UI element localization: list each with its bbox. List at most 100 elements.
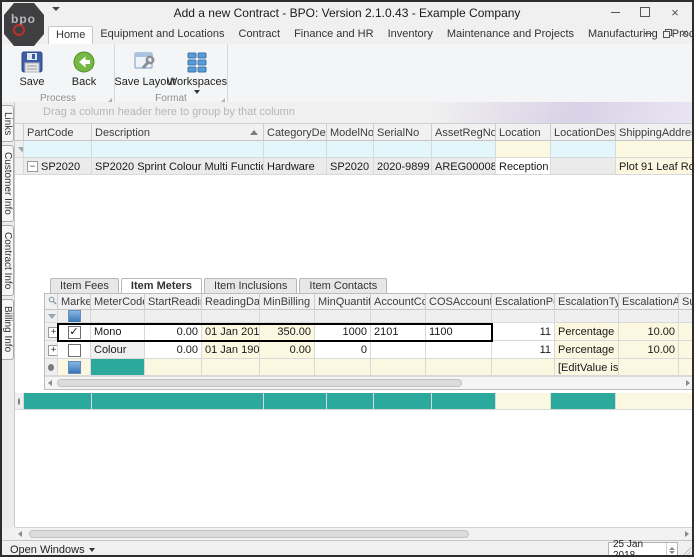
grid-cell[interactable]: 0 bbox=[315, 341, 371, 359]
mdi-minimize-icon[interactable] bbox=[644, 32, 653, 34]
detail-scroll-left-icon[interactable] bbox=[48, 380, 52, 386]
expand-row-icon[interactable]: + bbox=[48, 344, 57, 356]
save-layout-button[interactable]: Save Layout bbox=[114, 47, 176, 88]
grid-cell[interactable] bbox=[24, 393, 92, 410]
grid-cell[interactable] bbox=[315, 359, 371, 376]
grid-cell[interactable] bbox=[260, 310, 315, 323]
grid-cell[interactable] bbox=[145, 359, 202, 376]
detail-scroll-right-icon[interactable] bbox=[686, 380, 690, 386]
grid-cell[interactable]: SP2020 Sprint Colour Multi Functional Co… bbox=[92, 158, 264, 175]
column-header-shippingaddress[interactable]: ShippingAddress bbox=[616, 124, 692, 141]
grid-cell[interactable] bbox=[45, 310, 58, 323]
ribbon-tab-home[interactable]: Home bbox=[48, 26, 94, 44]
grid-cell[interactable] bbox=[679, 341, 692, 359]
grid-cell[interactable]: 01 Jan 2018 bbox=[202, 323, 260, 341]
grid-cell[interactable] bbox=[426, 310, 492, 323]
date-spinner[interactable] bbox=[666, 543, 677, 555]
column-header-readingdate[interactable]: ReadingDate bbox=[202, 294, 260, 310]
checkbox-unchecked[interactable] bbox=[67, 343, 81, 357]
column-header-modelno[interactable]: ModelNo bbox=[327, 124, 374, 141]
grid-cell[interactable] bbox=[92, 141, 264, 158]
column-header-escalationtype[interactable]: EscalationType bbox=[555, 294, 619, 310]
grid-cell[interactable] bbox=[371, 341, 426, 359]
open-windows-button[interactable]: Open Windows bbox=[10, 544, 95, 555]
grid-cell[interactable]: Percentage bbox=[555, 341, 619, 359]
grid-cell[interactable] bbox=[202, 359, 260, 376]
grid-cell[interactable] bbox=[619, 310, 679, 323]
close-button[interactable]: × bbox=[660, 2, 690, 22]
grid-cell[interactable] bbox=[260, 359, 315, 376]
sidebar-tab-customer-info[interactable]: Customer Info bbox=[2, 145, 14, 223]
grid-cell[interactable] bbox=[58, 310, 91, 323]
checkbox-indeterminate[interactable] bbox=[67, 310, 81, 322]
grid-cell[interactable]: 350.00 bbox=[260, 323, 315, 341]
grid-cell[interactable]: 01 Jan 1900 bbox=[202, 341, 260, 359]
column-header-minbilling[interactable]: MinBilling bbox=[260, 294, 315, 310]
scroll-right-icon[interactable] bbox=[685, 531, 689, 537]
grid-cell[interactable]: Hardware bbox=[264, 158, 327, 175]
grid-cell[interactable]: − SP2020 bbox=[24, 158, 92, 175]
grid-cell[interactable] bbox=[679, 359, 692, 376]
ribbon-tab-equipment-and-locations[interactable]: Equipment and Locations bbox=[93, 26, 231, 44]
grid-cell[interactable] bbox=[496, 393, 551, 410]
column-header-marked[interactable]: Marked bbox=[58, 294, 91, 310]
expand-row-icon[interactable]: + bbox=[48, 326, 57, 338]
column-header-metercode[interactable]: MeterCode bbox=[91, 294, 145, 310]
grid-cell[interactable] bbox=[492, 359, 555, 376]
grid-cell[interactable]: 2101 bbox=[371, 323, 426, 341]
grid-cell[interactable] bbox=[432, 393, 496, 410]
grid-cell[interactable] bbox=[616, 141, 692, 158]
grid-cell[interactable] bbox=[679, 323, 692, 341]
grid-cell[interactable]: 0.00 bbox=[145, 323, 202, 341]
column-header-indicator[interactable] bbox=[15, 124, 24, 141]
grid-cell[interactable] bbox=[202, 310, 260, 323]
grid-cell[interactable] bbox=[15, 141, 24, 158]
ribbon-tab-finance-and-hr[interactable]: Finance and HR bbox=[287, 26, 381, 44]
grid-cell[interactable]: 2020-9899 bbox=[374, 158, 432, 175]
grid-cell[interactable]: SP2020 bbox=[327, 158, 374, 175]
grid-cell[interactable] bbox=[551, 393, 616, 410]
mdi-close-icon[interactable]: × bbox=[681, 27, 688, 39]
grid-cell[interactable] bbox=[58, 341, 91, 359]
scroll-left-icon[interactable] bbox=[18, 531, 22, 537]
grid-cell[interactable] bbox=[555, 310, 619, 323]
sidebar-tab-links[interactable]: Links bbox=[2, 105, 14, 143]
maximize-button[interactable] bbox=[630, 2, 660, 22]
scrollbar-thumb[interactable] bbox=[29, 530, 469, 538]
ribbon-tab-inventory[interactable]: Inventory bbox=[381, 26, 440, 44]
grid-cell[interactable]: 11 bbox=[492, 341, 555, 359]
detail-tab-item-inclusions[interactable]: Item Inclusions bbox=[204, 278, 298, 293]
column-header-assetregno[interactable]: AssetRegNo bbox=[432, 124, 496, 141]
spin-down-icon[interactable] bbox=[669, 550, 675, 554]
column-header-location[interactable]: Location bbox=[496, 124, 551, 141]
grid-cell[interactable] bbox=[492, 310, 555, 323]
column-header-escalationamount[interactable]: EscalationAmount bbox=[619, 294, 679, 310]
group-by-panel[interactable]: Drag a column header here to group by th… bbox=[15, 102, 692, 124]
grid-cell[interactable]: 0.00 bbox=[260, 341, 315, 359]
grid-cell[interactable]: AREG000083 bbox=[432, 158, 496, 175]
grid-cell[interactable] bbox=[45, 359, 58, 376]
grid-cell[interactable] bbox=[145, 310, 202, 323]
detail-scrollbar[interactable] bbox=[45, 376, 692, 389]
column-header-supp[interactable]: Supp bbox=[679, 294, 692, 310]
column-header-serialno[interactable]: SerialNo bbox=[374, 124, 432, 141]
column-header-escalationperiod[interactable]: EscalationPeriod bbox=[492, 294, 555, 310]
detail-scrollbar-thumb[interactable] bbox=[57, 379, 462, 387]
save-button[interactable]: Save bbox=[6, 47, 58, 88]
grid-cell[interactable] bbox=[616, 393, 692, 410]
grid-cell[interactable]: 11 bbox=[492, 323, 555, 341]
grid-cell[interactable]: 0.00 bbox=[145, 341, 202, 359]
column-header-indicator[interactable] bbox=[45, 294, 58, 310]
grid-cell[interactable] bbox=[496, 141, 551, 158]
grid-cell[interactable] bbox=[327, 141, 374, 158]
grid-cell[interactable]: 1100 bbox=[426, 323, 492, 341]
ribbon-tab-maintenance-and-projects[interactable]: Maintenance and Projects bbox=[440, 26, 581, 44]
grid-cell[interactable] bbox=[374, 141, 432, 158]
grid-cell[interactable] bbox=[426, 359, 492, 376]
grid-cell[interactable] bbox=[432, 141, 496, 158]
grid-cell[interactable]: Percentage bbox=[555, 323, 619, 341]
column-header-locationdesc[interactable]: LocationDesc bbox=[551, 124, 616, 141]
grid-cell[interactable] bbox=[679, 310, 692, 323]
sidebar-tab-contract-info[interactable]: Contract Info bbox=[2, 225, 14, 297]
column-header-accountcode[interactable]: AccountCode bbox=[371, 294, 426, 310]
